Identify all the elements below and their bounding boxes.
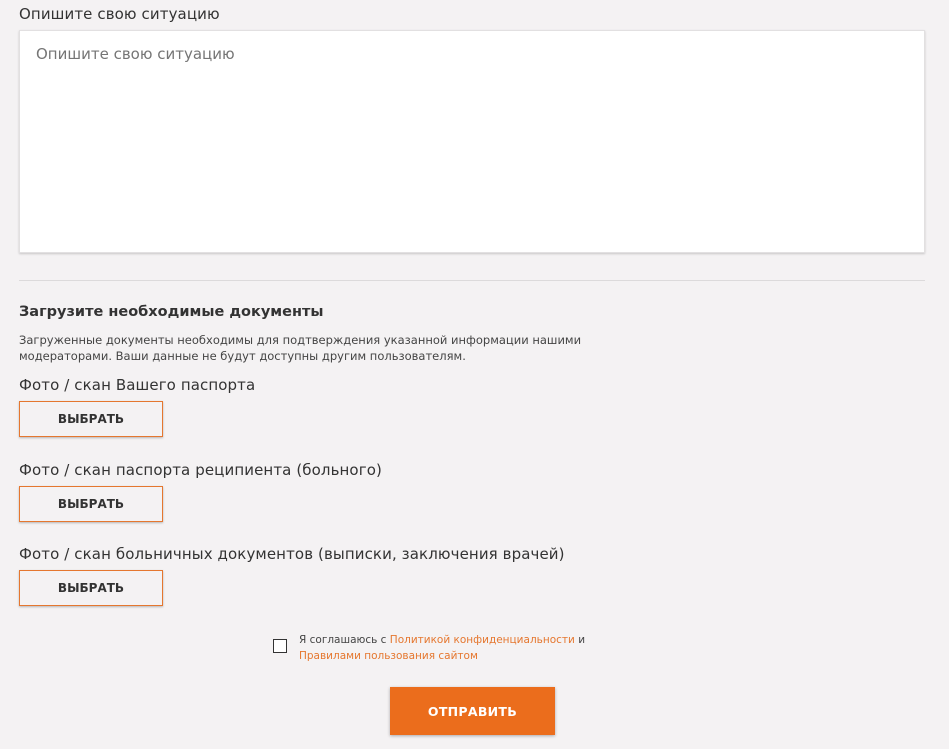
recipient-passport-upload-label: Фото / скан паспорта реципиента (больног… xyxy=(19,461,382,479)
situation-textarea[interactable] xyxy=(19,30,925,253)
submit-button[interactable]: ОТПРАВИТЬ xyxy=(390,687,555,735)
section-divider xyxy=(19,280,925,281)
terms-of-use-link[interactable]: Правилами пользования сайтом xyxy=(299,650,478,662)
passport-choose-button[interactable]: ВЫБРАТЬ xyxy=(19,401,163,437)
consent-text: Я соглашаюсь с Политикой конфиденциально… xyxy=(299,632,649,664)
hospital-documents-upload-label: Фото / скан больничных документов (выпис… xyxy=(19,545,565,563)
consent-conjunction: и xyxy=(574,634,586,646)
recipient-passport-choose-button[interactable]: ВЫБРАТЬ xyxy=(19,486,163,522)
consent-checkbox[interactable] xyxy=(273,639,287,653)
passport-upload-label: Фото / скан Вашего паспорта xyxy=(19,376,256,394)
consent-prefix: Я соглашаюсь с xyxy=(299,634,390,646)
situation-label: Опишите свою ситуацию xyxy=(19,5,220,23)
hospital-documents-choose-button[interactable]: ВЫБРАТЬ xyxy=(19,570,163,606)
documents-section-title: Загрузите необходимые документы xyxy=(19,304,324,320)
documents-description: Загруженные документы необходимы для под… xyxy=(19,333,582,363)
privacy-policy-link[interactable]: Политикой конфиденциальности xyxy=(390,634,575,646)
